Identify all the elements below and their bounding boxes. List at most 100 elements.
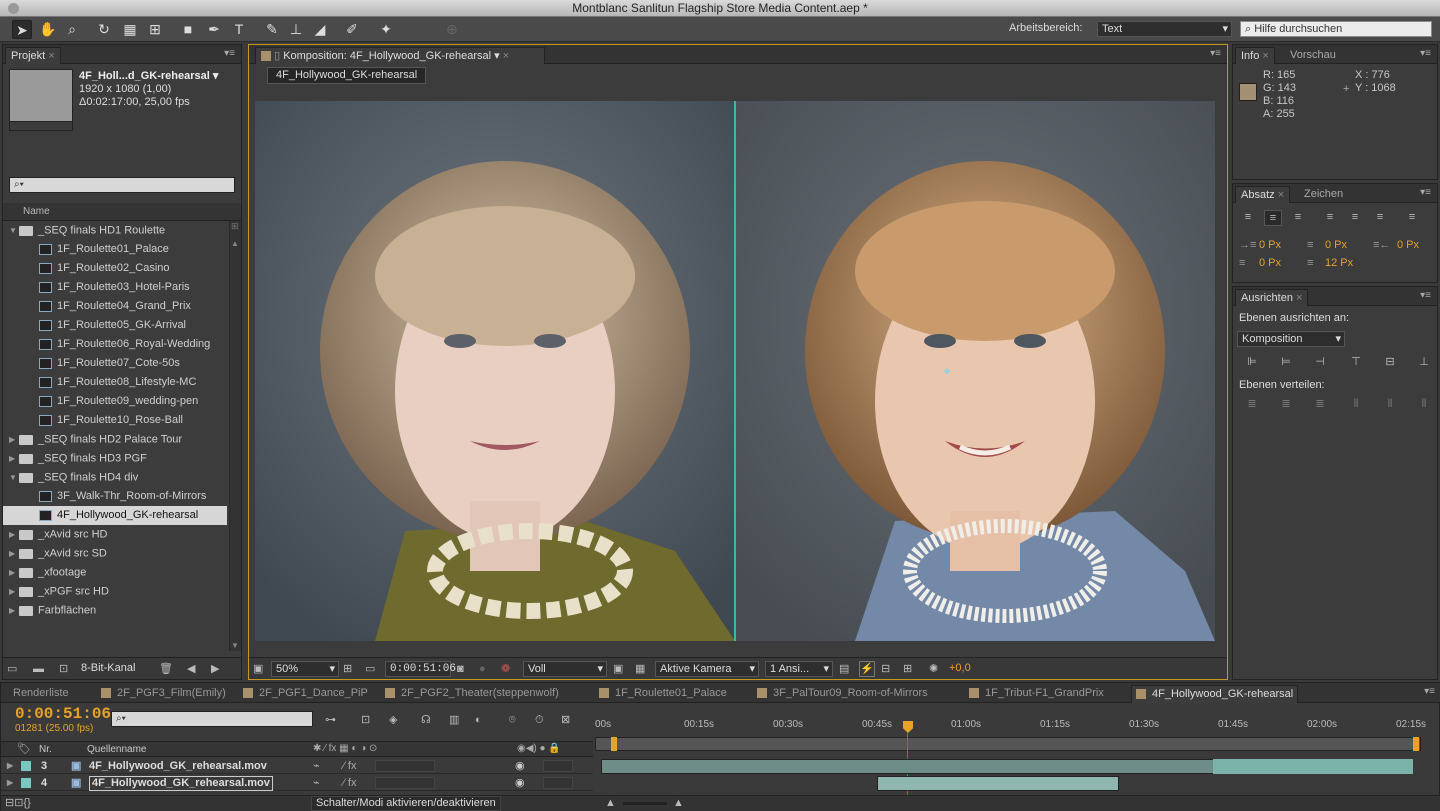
- camera-select[interactable]: Aktive Kamera ▾: [655, 661, 759, 677]
- close-window-icon[interactable]: [8, 3, 19, 14]
- timeline-tab[interactable]: 4F_Hollywood_GK-rehearsal: [1131, 685, 1299, 703]
- expand-down-icon[interactable]: ▼: [9, 221, 19, 240]
- layer-source-name[interactable]: 4F_Hollywood_GK_rehearsal.mov: [89, 758, 267, 774]
- quality-icon[interactable]: ⁄ fx: [343, 758, 356, 774]
- project-comp-item[interactable]: 3F_Walk-Thr_Room-of-Mirrors: [3, 487, 241, 506]
- timeline-tab[interactable]: 1F_Roulette01_Palace: [595, 685, 731, 703]
- layer-3-bar-selected[interactable]: [1213, 759, 1413, 774]
- camera-tool-icon[interactable]: ▦: [120, 20, 140, 39]
- layer-row[interactable]: ▶ 4 ▣ 4F_Hollywood_GK_rehearsal.mov ⌁ ⁄ fx ◉: [1, 775, 593, 791]
- project-folder[interactable]: ▶ _xAvid src HD: [3, 525, 241, 544]
- timeline-icon[interactable]: ⊟: [881, 662, 890, 676]
- expand-right-icon[interactable]: ▶: [9, 582, 19, 601]
- puppet-pin-tool-icon[interactable]: ✦: [376, 20, 396, 39]
- pen-tool-icon[interactable]: ✒: [204, 20, 224, 39]
- space-after-value[interactable]: 12 Px: [1325, 257, 1353, 269]
- graph-editor-icon[interactable]: ⊠: [561, 713, 570, 727]
- tab-paragraph[interactable]: Absatz ×: [1235, 186, 1291, 203]
- safe-areas-icon[interactable]: ⊞: [343, 662, 352, 676]
- distribute-right-icon[interactable]: ⦀: [1415, 397, 1433, 411]
- project-folder[interactable]: ▶ _xAvid src SD: [3, 544, 241, 563]
- indent-right-value[interactable]: 0 Px: [1397, 239, 1419, 251]
- av-cells[interactable]: [543, 777, 573, 789]
- tab-preview[interactable]: Vorschau: [1285, 47, 1341, 64]
- project-folder[interactable]: ▶ _SEQ finals HD3 PGF: [3, 449, 241, 468]
- zoom-select[interactable]: 50% ▾: [271, 661, 339, 677]
- work-area-start[interactable]: [611, 737, 617, 751]
- label-color-swatch[interactable]: [21, 778, 31, 788]
- project-scrollbar[interactable]: ⊞ ▲ ▼: [229, 221, 241, 651]
- comp-mini-flowchart-icon[interactable]: ⊶: [325, 713, 336, 727]
- panel-menu-icon[interactable]: ▾≡: [224, 48, 235, 59]
- project-comp-item[interactable]: 1F_Roulette06_Royal-Wedding: [3, 335, 241, 354]
- expand-right-icon[interactable]: ▶: [9, 430, 19, 449]
- project-folder[interactable]: ▶ _xfootage: [3, 563, 241, 582]
- justify-center-icon[interactable]: ≡: [1346, 210, 1364, 224]
- toggle-panes-icon[interactable]: ⊟⊡{}: [5, 796, 31, 810]
- scroll-up-icon[interactable]: ▲: [231, 239, 239, 248]
- new-comp-icon[interactable]: ⊡: [59, 662, 68, 676]
- transparency-grid-icon[interactable]: ▦: [635, 662, 645, 676]
- selection-tool-icon[interactable]: ➤: [12, 20, 32, 39]
- panel-menu-icon[interactable]: ▾≡: [1420, 187, 1431, 198]
- timeline-tab[interactable]: 2F_PGF1_Dance_PiP: [239, 685, 372, 703]
- align-bottom-edges-icon[interactable]: ⊥: [1415, 355, 1433, 369]
- scroll-down-icon[interactable]: ▼: [231, 641, 239, 650]
- eye-icon[interactable]: ◉: [515, 775, 525, 791]
- panel-menu-icon[interactable]: ▾≡: [1420, 48, 1431, 59]
- project-folder[interactable]: ▼ _SEQ finals HD4 div: [3, 468, 241, 487]
- project-comp-item[interactable]: 1F_Roulette08_Lifestyle-MC: [3, 373, 241, 392]
- frame-blending-icon[interactable]: ▥: [449, 713, 459, 727]
- close-icon[interactable]: ×: [1296, 292, 1302, 304]
- distribute-top-icon[interactable]: ≣: [1243, 397, 1261, 411]
- timeline-tab[interactable]: Renderliste: [9, 685, 73, 703]
- work-area-end[interactable]: [1413, 737, 1419, 751]
- fast-preview-icon[interactable]: ⚡: [859, 661, 875, 677]
- hand-tool-icon[interactable]: ✋: [38, 20, 58, 39]
- pan-behind-tool-icon[interactable]: ⊞: [145, 20, 165, 39]
- project-comp-item[interactable]: 1F_Roulette09_wedding-pen: [3, 392, 241, 411]
- label-color-swatch[interactable]: [21, 761, 31, 771]
- timeline-tab[interactable]: 2F_PGF2_Theater(steppenwolf): [381, 685, 563, 703]
- project-search-input[interactable]: ⌕▾: [9, 177, 235, 193]
- zoom-tool-icon[interactable]: ⌕: [62, 20, 82, 39]
- auto-keyframe-icon[interactable]: ⏱: [535, 713, 544, 727]
- live-update-icon[interactable]: ⊡: [361, 713, 370, 727]
- close-icon[interactable]: ×: [1278, 189, 1284, 201]
- panel-menu-icon[interactable]: ▾≡: [1210, 48, 1221, 59]
- switch-cells[interactable]: [375, 760, 435, 772]
- expand-right-icon[interactable]: ▶: [7, 775, 13, 791]
- project-comp-item[interactable]: 1F_Roulette02_Casino: [3, 259, 241, 278]
- composition-viewer[interactable]: ⌖: [255, 101, 1215, 641]
- distribute-vcenter-icon[interactable]: ≣: [1277, 397, 1295, 411]
- tab-align[interactable]: Ausrichten ×: [1235, 289, 1309, 306]
- scroll-left-icon[interactable]: ◀: [187, 662, 195, 676]
- align-center-icon[interactable]: ≡: [1264, 210, 1282, 226]
- eye-icon[interactable]: ◉: [515, 758, 525, 774]
- justify-all-icon[interactable]: ≡: [1403, 210, 1421, 224]
- interpret-footage-icon[interactable]: ▭: [7, 662, 17, 676]
- clone-stamp-tool-icon[interactable]: ⊥: [286, 20, 306, 39]
- timeline-timecode[interactable]: 0:00:51:06: [15, 705, 111, 723]
- tab-project[interactable]: Projekt ×: [5, 47, 61, 64]
- expand-right-icon[interactable]: ▶: [9, 563, 19, 582]
- justify-right-icon[interactable]: ≡: [1371, 210, 1389, 224]
- project-comp-item[interactable]: 1F_Roulette05_GK-Arrival: [3, 316, 241, 335]
- zoom-in-icon[interactable]: ▲: [673, 796, 684, 810]
- timeline-tab[interactable]: 1F_Tribut-F1_GrandPrix: [965, 685, 1108, 703]
- align-top-edges-icon[interactable]: ⊤: [1347, 355, 1365, 369]
- align-right-edges-icon[interactable]: ⊣: [1311, 355, 1329, 369]
- expand-down-icon[interactable]: ▼: [9, 468, 19, 487]
- column-name-header[interactable]: Name: [23, 206, 50, 217]
- expand-right-icon[interactable]: ▶: [9, 601, 19, 620]
- project-comp-item[interactable]: 1F_Roulette04_Grand_Prix: [3, 297, 241, 316]
- indent-first-value[interactable]: 0 Px: [1325, 239, 1347, 251]
- expand-right-icon[interactable]: ▶: [9, 544, 19, 563]
- region-of-interest-icon[interactable]: ▣: [613, 662, 623, 676]
- item-name[interactable]: 4F_Holl...d_GK-rehearsal ▾: [79, 69, 218, 82]
- expand-right-icon[interactable]: ▶: [9, 449, 19, 468]
- expand-right-icon[interactable]: ▶: [9, 525, 19, 544]
- align-vertical-centers-icon[interactable]: ⊟: [1381, 355, 1399, 369]
- align-horizontal-centers-icon[interactable]: ⊨: [1277, 355, 1295, 369]
- bit-depth-label[interactable]: 8-Bit-Kanal: [81, 662, 135, 674]
